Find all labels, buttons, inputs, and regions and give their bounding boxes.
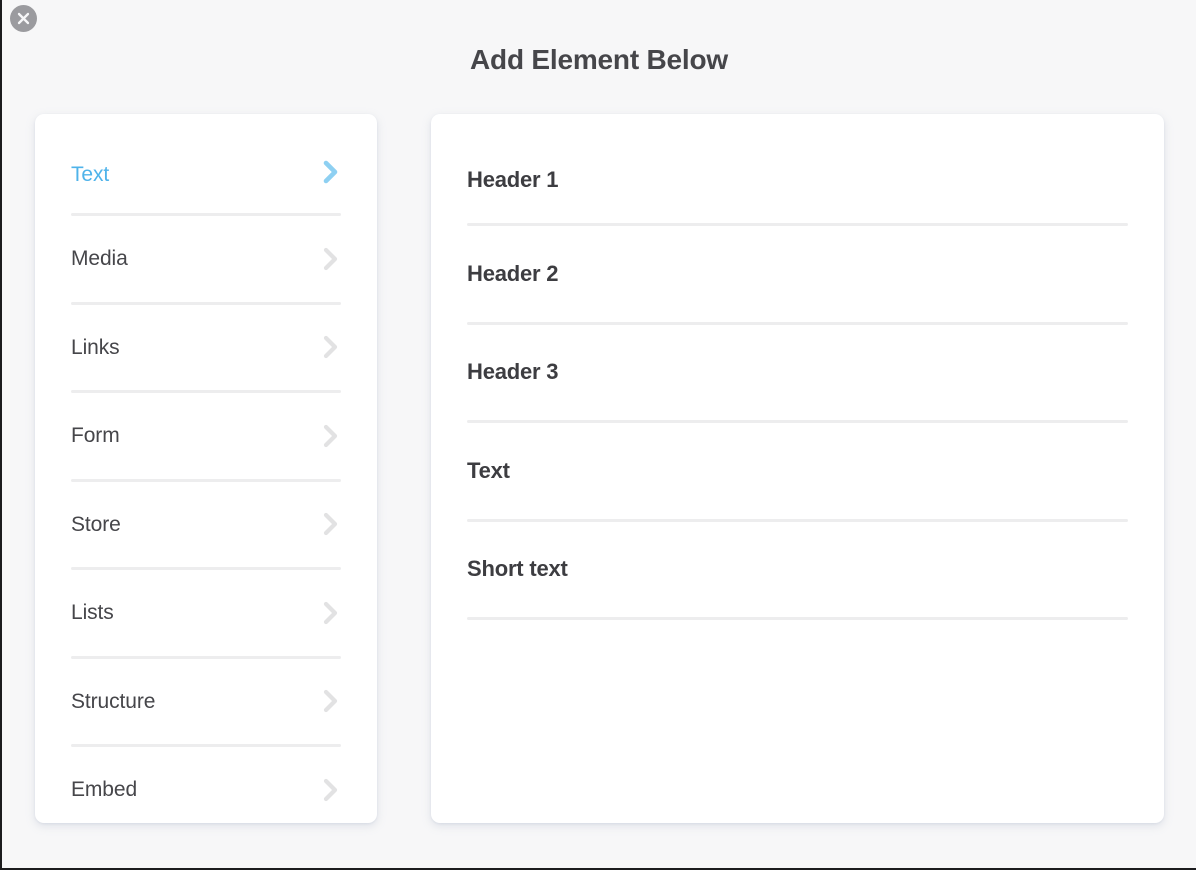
category-item-label: Text xyxy=(71,164,109,185)
category-panel: Text Media Links Form Store Lists Structure Emb… xyxy=(35,114,377,823)
chevron-right-icon xyxy=(321,777,341,803)
category-item-store[interactable]: Store xyxy=(71,482,341,568)
category-item-text[interactable]: Text xyxy=(71,114,341,213)
category-item-form[interactable]: Form xyxy=(71,393,341,479)
element-item-label: Text xyxy=(467,460,510,482)
page-title: Add Element Below xyxy=(2,44,1196,76)
chevron-right-icon xyxy=(321,423,341,449)
element-item-header-2[interactable]: Header 2 xyxy=(467,226,1128,322)
category-item-label: Embed xyxy=(71,779,137,800)
element-item-text[interactable]: Text xyxy=(467,423,1128,519)
category-item-label: Store xyxy=(71,514,121,535)
category-list: Text Media Links Form Store Lists Structure Emb… xyxy=(35,114,377,833)
chevron-right-icon xyxy=(321,600,341,626)
element-divider xyxy=(467,617,1128,620)
element-item-label: Header 2 xyxy=(467,263,558,285)
category-item-label: Form xyxy=(71,425,120,446)
element-item-label: Header 1 xyxy=(467,169,558,191)
category-item-media[interactable]: Media xyxy=(71,216,341,302)
element-item-label: Short text xyxy=(467,558,568,580)
category-item-embed[interactable]: Embed xyxy=(71,747,341,833)
element-panel: Header 1 Header 2 Header 3 Text Short text xyxy=(431,114,1164,823)
category-item-label: Lists xyxy=(71,602,114,623)
close-icon xyxy=(17,12,30,25)
category-item-links[interactable]: Links xyxy=(71,305,341,391)
category-item-label: Links xyxy=(71,337,120,358)
element-item-header-1[interactable]: Header 1 xyxy=(467,114,1128,223)
chevron-right-icon xyxy=(321,511,341,537)
element-item-header-3[interactable]: Header 3 xyxy=(467,325,1128,421)
chevron-right-icon xyxy=(321,246,341,272)
category-item-label: Structure xyxy=(71,691,155,712)
category-item-structure[interactable]: Structure xyxy=(71,659,341,745)
chevron-right-icon xyxy=(321,688,341,714)
category-item-label: Media xyxy=(71,248,128,269)
element-item-short-text[interactable]: Short text xyxy=(467,522,1128,618)
chevron-right-icon xyxy=(321,159,341,185)
category-item-lists[interactable]: Lists xyxy=(71,570,341,656)
element-item-label: Header 3 xyxy=(467,361,558,383)
close-button[interactable] xyxy=(10,5,37,32)
chevron-right-icon xyxy=(321,334,341,360)
element-list: Header 1 Header 2 Header 3 Text Short text xyxy=(431,114,1164,620)
